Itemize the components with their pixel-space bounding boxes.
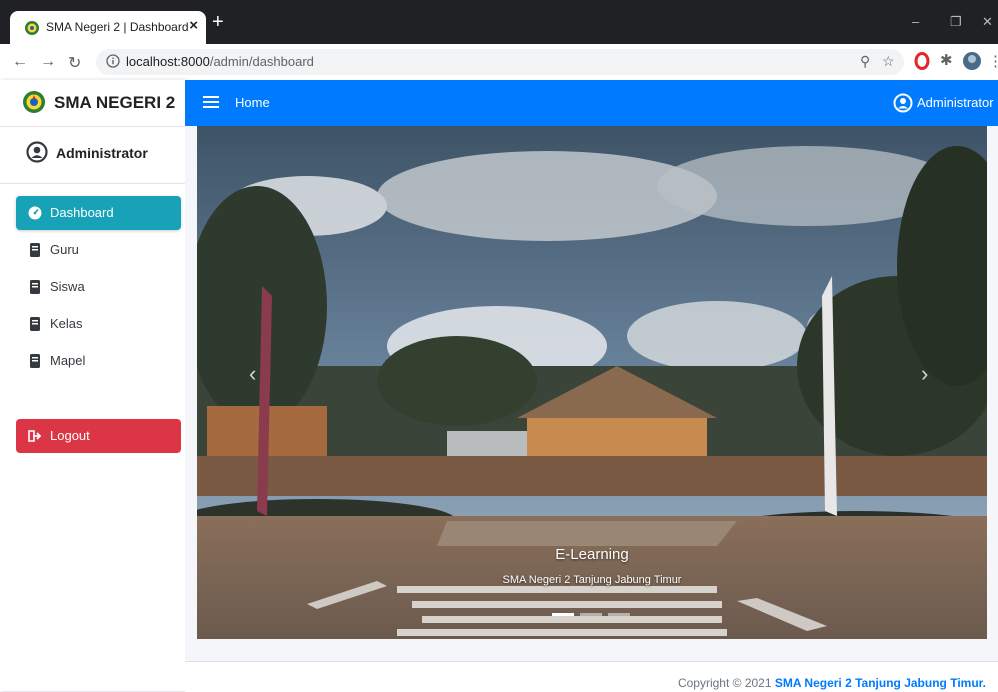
sidebar-item-label: Dashboard <box>50 205 114 220</box>
zoom-icon[interactable]: ⚲ <box>860 53 870 70</box>
hero-carousel[interactable]: ‹ › E-Learning SMA Negeri 2 Tanjung Jabu… <box>197 126 987 639</box>
user-circle-icon <box>26 141 48 163</box>
sidebar-item-label: Guru <box>50 242 79 257</box>
sidebar-item-label: Siswa <box>50 279 85 294</box>
top-navbar: Home Administrator <box>185 80 998 126</box>
sidebar-item-mapel[interactable]: Mapel <box>16 344 181 378</box>
sidebar-item-label: Kelas <box>50 316 83 331</box>
browser-tab[interactable]: SMA Negeri 2 | Dashboard × <box>10 11 206 44</box>
carousel-caption-subtitle: SMA Negeri 2 Tanjung Jabung Timur <box>502 574 682 586</box>
book-icon <box>30 243 40 257</box>
profile-avatar-icon[interactable] <box>962 51 982 71</box>
user-name: Administrator <box>56 145 148 161</box>
reload-icon[interactable]: ↻ <box>68 53 81 73</box>
carousel-indicator[interactable] <box>580 613 602 616</box>
carousel-indicator[interactable] <box>552 613 574 616</box>
footer-link[interactable]: SMA Negeri 2 Tanjung Jabung Timur. <box>775 676 986 690</box>
school-logo-icon <box>23 91 45 113</box>
nav-user-menu[interactable]: Administrator <box>917 95 994 110</box>
extensions-icon[interactable]: ✱ <box>940 51 953 69</box>
minimize-icon[interactable]: – <box>912 14 919 29</box>
carousel-indicators <box>552 613 632 617</box>
sidebar-item-siswa[interactable]: Siswa <box>16 270 181 304</box>
address-bar: ← → ↻ localhost:8000/admin/dashboard ⚲ ☆… <box>0 44 998 81</box>
url-text: localhost:8000/admin/dashboard <box>126 54 314 69</box>
new-tab-button[interactable]: + <box>212 12 224 32</box>
back-icon[interactable]: ← <box>12 53 28 71</box>
url-input[interactable]: localhost:8000/admin/dashboard ⚲ ☆ <box>96 49 904 75</box>
logout-label: Logout <box>50 428 90 443</box>
nav-home-link[interactable]: Home <box>235 95 270 110</box>
carousel-next-icon[interactable]: › <box>921 361 928 387</box>
sidebar-item-guru[interactable]: Guru <box>16 233 181 267</box>
user-panel[interactable]: Administrator <box>0 127 185 184</box>
browser-tab-bar: SMA Negeri 2 | Dashboard × + – ❐ ✕ <box>0 0 998 44</box>
tab-close-icon[interactable]: × <box>189 17 198 34</box>
book-icon <box>30 280 40 294</box>
sidebar-item-dashboard[interactable]: Dashboard <box>16 196 181 230</box>
tachometer-icon <box>28 206 42 220</box>
carousel-prev-icon[interactable]: ‹ <box>249 361 256 387</box>
logout-button[interactable]: Logout <box>16 419 181 453</box>
school-logo-icon <box>25 21 39 35</box>
footer-copyright: Copyright © 2021 SMA Negeri 2 Tanjung Ja… <box>678 676 986 690</box>
brand[interactable]: SMA NEGERI 2 <box>0 80 185 127</box>
sign-out-icon <box>28 430 42 442</box>
copyright-text: Copyright © 2021 <box>677 676 772 690</box>
forward-icon[interactable]: → <box>40 53 56 71</box>
sidebar-item-kelas[interactable]: Kelas <box>16 307 181 341</box>
sidebar-item-label: Mapel <box>50 353 86 368</box>
bookmark-star-icon[interactable]: ☆ <box>882 53 895 70</box>
brand-name: SMA NEGERI 2 <box>54 93 176 112</box>
sidebar: SMA NEGERI 2 Administrator Dashboard Gur… <box>0 80 185 691</box>
book-icon <box>30 317 40 331</box>
info-icon[interactable] <box>106 54 120 68</box>
browser-menu-icon[interactable]: ⋮ <box>988 52 998 70</box>
carousel-indicator[interactable] <box>608 613 630 616</box>
carousel-caption-title: E-Learning <box>555 546 629 563</box>
footer: Copyright © 2021 SMA Negeri 2 Tanjung Ja… <box>185 661 998 692</box>
book-icon <box>30 354 40 368</box>
opera-icon[interactable] <box>914 52 930 70</box>
hamburger-menu-icon[interactable] <box>203 95 219 109</box>
tab-title: SMA Negeri 2 | Dashboard <box>46 20 189 34</box>
close-window-icon[interactable]: ✕ <box>982 14 993 30</box>
user-circle-icon[interactable] <box>893 93 913 113</box>
maximize-icon[interactable]: ❐ <box>950 14 962 30</box>
